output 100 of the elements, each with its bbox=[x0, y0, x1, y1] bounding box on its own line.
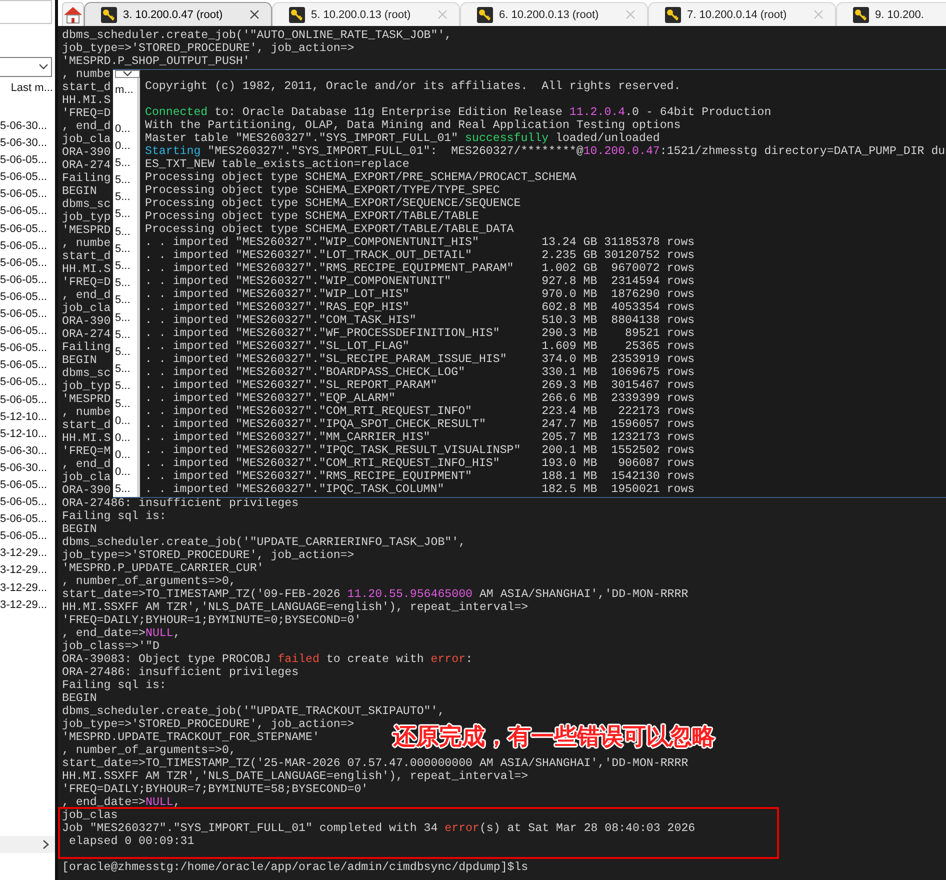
list-item[interactable]: 5... bbox=[113, 378, 130, 396]
terminal-line: dbms_sc bbox=[62, 198, 111, 210]
column-header[interactable]: Last m... bbox=[10, 81, 55, 95]
list-item[interactable]: 5... bbox=[113, 344, 130, 362]
imported-table: . . imported "MES260327"."IPQC_TASK_RESULT_VISUALINSP" bbox=[145, 444, 521, 457]
list-item[interactable]: 0... bbox=[113, 464, 130, 482]
session-tab[interactable]: 7. 10.200.0.14 (root) bbox=[648, 2, 836, 26]
list-item[interactable]: 5... bbox=[113, 206, 130, 224]
terminal-line: job_type=>'STORED_PROCEDURE', job_action=> bbox=[62, 548, 354, 562]
terminal-line: BEGIN bbox=[62, 692, 97, 704]
session-tab[interactable]: 3. 10.200.0.47 (root) bbox=[84, 2, 272, 26]
table-size: 290.3 MB bbox=[542, 327, 598, 340]
terminal-line: Master table "MES260327"."SYS_IMPORT_FULL_01" successfully loaded/unloaded bbox=[145, 132, 660, 145]
list-item[interactable]: 5... bbox=[113, 172, 130, 190]
list-item[interactable]: 0... bbox=[113, 412, 130, 430]
imported-table: . . imported "MES260327"."COM_TASK_HIS" bbox=[145, 314, 416, 327]
scroll-right-icon[interactable] bbox=[43, 840, 49, 849]
row-count: 30120752 rows bbox=[604, 249, 695, 262]
list-item[interactable]: 5-06-05... bbox=[0, 357, 48, 374]
list-item[interactable]: 5-06-05... bbox=[0, 340, 48, 358]
terminal-line: Failing bbox=[62, 340, 111, 354]
list-item[interactable]: 3-12-29... bbox=[0, 596, 48, 614]
terminal-line: 'FREQ=D bbox=[62, 276, 111, 288]
list-item[interactable]: 3-12-29... bbox=[0, 545, 48, 562]
terminal-line: ES_TXT_NEW table_exists_action=replace bbox=[145, 158, 410, 171]
list-item[interactable]: 5-06-05... bbox=[0, 254, 48, 272]
list-item[interactable]: 5-06-05... bbox=[0, 494, 48, 512]
terminal-line: , end_d bbox=[62, 288, 111, 302]
list-item[interactable]: 0... bbox=[113, 120, 130, 138]
list-item[interactable]: 5... bbox=[113, 154, 130, 172]
list-item[interactable]: 5-06-05... bbox=[0, 169, 48, 186]
list-item[interactable]: 5-06-05... bbox=[0, 186, 48, 204]
list-item[interactable]: 5... bbox=[113, 224, 130, 241]
terminal-line: Processing object type SCHEMA_EXPORT/SEQUENCE/SEQUENCE bbox=[145, 197, 521, 210]
list-item[interactable]: 5... bbox=[113, 481, 130, 496]
list-item[interactable]: 0... bbox=[113, 430, 130, 448]
imported-table: . . imported "MES260327"."WIP_LOT_HIS" bbox=[145, 288, 410, 301]
list-item[interactable]: 5... bbox=[113, 240, 130, 258]
terminal-line: job_typ bbox=[62, 210, 111, 224]
list-item[interactable]: 5-12-10... bbox=[0, 426, 48, 443]
terminal-line: Processing object type SCHEMA_EXPORT/TYPE/TYPE_SPEC bbox=[145, 184, 500, 197]
list-item[interactable]: 3-12-29... bbox=[0, 580, 48, 597]
terminal-line: , end_d bbox=[62, 120, 111, 132]
list-item[interactable]: 5... bbox=[113, 396, 130, 413]
list-item[interactable]: 5-12-10... bbox=[0, 408, 48, 426]
list-item[interactable]: 5... bbox=[113, 275, 130, 292]
imported-table: . . imported "MES260327"."WIP_COMPONENTUNIT" bbox=[145, 275, 452, 288]
list-item[interactable]: 5-06-05... bbox=[0, 323, 48, 340]
list-item[interactable]: 5-06-05... bbox=[0, 511, 48, 528]
list-item[interactable]: 5... bbox=[113, 361, 130, 378]
list-item[interactable]: 5-06-30... bbox=[0, 118, 48, 136]
terminal-line: , number_of_arguments=>0, bbox=[62, 574, 236, 588]
list-item[interactable]: 5-06-05... bbox=[0, 220, 48, 238]
list-item[interactable]: 5... bbox=[113, 326, 130, 344]
list-item[interactable]: 5-06-05... bbox=[0, 374, 48, 392]
list-item[interactable]: 0... bbox=[113, 138, 130, 155]
list-item[interactable]: 5-06-05... bbox=[0, 288, 48, 306]
list-item[interactable]: 5-06-05... bbox=[0, 238, 48, 255]
list-item[interactable]: 3-12-29... bbox=[0, 562, 48, 580]
list-item[interactable]: 5-06-05... bbox=[0, 203, 48, 221]
list-item[interactable]: 5-06-30... bbox=[0, 135, 48, 152]
list-item[interactable]: 5... bbox=[113, 189, 130, 206]
imported-table: . . imported "MES260327"."RAS_EQP_HIS" bbox=[145, 301, 410, 314]
list-item[interactable]: 5... bbox=[113, 258, 130, 276]
close-icon[interactable] bbox=[250, 10, 259, 19]
column-dropdown[interactable] bbox=[115, 70, 140, 78]
session-tab[interactable]: 9. 10.200. bbox=[836, 2, 946, 26]
table-size: 200.1 MB bbox=[542, 444, 598, 457]
terminal-line: Processing object type SCHEMA_EXPORT/TABLE/TABLE bbox=[145, 210, 479, 223]
list-item[interactable]: 5-06-05... bbox=[0, 392, 48, 409]
list-item[interactable]: 5-06-05... bbox=[0, 272, 48, 289]
imported-table: . . imported "MES260327"."RMS_RECIPE_EQUIPMENT_PARAM" bbox=[145, 262, 514, 275]
horizontal-scrollbar[interactable] bbox=[0, 836, 55, 853]
terminal-line: job_class=>'"D bbox=[62, 640, 160, 652]
row-count: 906087 rows bbox=[618, 457, 695, 470]
session-tab[interactable]: 6. 10.200.0.13 (root) bbox=[460, 2, 648, 26]
search-field[interactable] bbox=[0, 0, 52, 24]
filter-dropdown[interactable] bbox=[0, 57, 52, 77]
table-size: 205.7 MB bbox=[542, 431, 598, 444]
list-item[interactable]: 5-06-05... bbox=[0, 528, 48, 546]
terminal-line: job_clas bbox=[62, 808, 118, 822]
table-size: 970.0 MB bbox=[542, 288, 598, 301]
terminal-line: , end_date=>NULL, bbox=[62, 796, 180, 808]
list-item[interactable]: 5-06-30... bbox=[0, 442, 48, 460]
terminal-line: 'FREQ=D bbox=[62, 106, 111, 120]
list-item[interactable]: 0... bbox=[113, 447, 130, 464]
list-item[interactable]: 5-06-05... bbox=[0, 476, 48, 494]
list-item[interactable]: 5-06-05... bbox=[0, 306, 48, 324]
list-item[interactable]: 5... bbox=[113, 310, 130, 327]
column-header[interactable]: m... bbox=[113, 83, 134, 97]
terminal-line: start_d bbox=[62, 418, 111, 432]
row-count: 1542130 rows bbox=[611, 470, 695, 483]
list-item[interactable]: 5-06-05... bbox=[0, 152, 48, 170]
home-tab[interactable] bbox=[62, 2, 84, 26]
row-count: 1232173 rows bbox=[611, 431, 695, 444]
list-item[interactable]: 5-06-30... bbox=[0, 460, 48, 477]
list-item[interactable]: 5... bbox=[113, 292, 130, 310]
terminal-line: job_cla bbox=[62, 302, 111, 314]
session-tab[interactable]: 5. 10.200.0.13 (root) bbox=[272, 2, 460, 26]
row-count: 1069675 rows bbox=[611, 366, 695, 379]
